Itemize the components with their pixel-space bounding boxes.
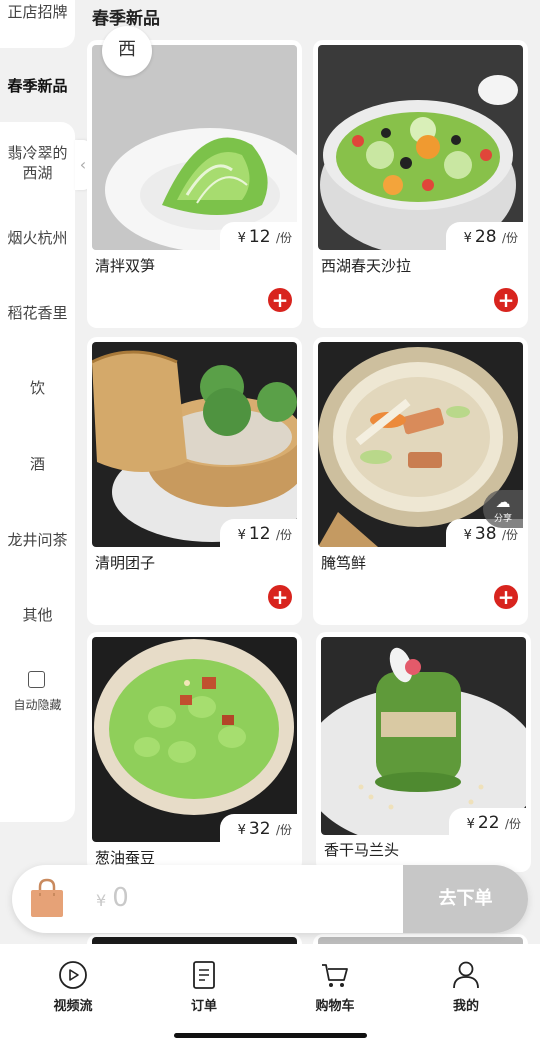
category-sidebar: 正店招牌 春季新品 翡冷翠的西湖 烟火杭州 稻花香里 饮 酒 龙井问茶 其他 自… [0,0,75,822]
plus-icon: + [497,288,515,312]
product-card[interactable]: ¥38 /份 腌笃鲜 + [313,337,528,625]
product-card[interactable]: ¥12 /份 清拌双笋 + [87,40,302,328]
plus-icon: + [497,585,515,609]
product-name: 清拌双笋 [95,257,156,275]
add-to-cart-button[interactable]: + [494,585,518,609]
section-badge: 西 [102,26,152,76]
tab-label: 购物车 [315,999,355,1014]
add-to-cart-button[interactable]: + [268,288,292,312]
price-tag: ¥28 /份 [445,222,528,252]
sidebar-item-west-lake[interactable]: 翡冷翠的西湖 [0,143,75,183]
checkout-button[interactable]: 去下单 [403,865,528,933]
sidebar-item-hangzhou[interactable]: 烟火杭州 [0,228,75,248]
tab-label: 订单 [190,999,217,1014]
product-card[interactable]: ¥32 /份 葱油蚕豆 [87,632,302,872]
product-name: 香干马兰头 [324,841,400,859]
product-name: 腌笃鲜 [321,554,367,572]
sidebar-item-wine[interactable]: 酒 [0,454,75,474]
auto-hide-checkbox[interactable] [28,671,45,688]
cart-total: ¥0 [96,883,129,913]
product-card[interactable]: ¥12 /份 清明团子 + [87,337,302,625]
product-card[interactable]: ¥28 /份 西湖春天沙拉 + [313,40,528,328]
home-indicator [174,1033,367,1038]
user-icon [453,961,479,989]
add-to-cart-button[interactable]: + [268,585,292,609]
product-photo [92,637,297,842]
shopping-bag-icon[interactable] [30,878,64,918]
cart-icon [322,964,348,987]
tab-profile[interactable]: 我的 [426,960,506,1014]
product-name: 清明团子 [95,554,156,572]
price-tag: ¥12 /份 [219,222,302,252]
tab-video-feed[interactable]: 视频流 [33,960,113,1014]
sidebar-item-drinks[interactable]: 饮 [0,378,75,398]
price-tag: ¥32 /份 [219,814,302,844]
tab-orders[interactable]: 订单 [164,960,244,1014]
plus-icon: + [271,585,289,609]
price-tag: ¥22 /份 [448,808,531,838]
order-list-icon [193,961,215,989]
auto-hide-label: 自动隐藏 [13,698,62,712]
product-card[interactable]: ¥22 /份 香干马兰头 [316,632,531,872]
tab-label: 视频流 [53,999,93,1014]
chevron-left-icon: ‹ [79,155,87,174]
add-to-cart-button[interactable]: + [494,288,518,312]
sidebar-item-rice[interactable]: 稻花香里 [0,303,75,323]
play-circle-icon [59,961,87,989]
sidebar-item-signature[interactable]: 正店招牌 [0,2,75,22]
product-photo [321,637,526,835]
cart-bar: ¥0 去下单 [12,865,528,933]
sidebar-item-other[interactable]: 其他 [0,605,75,625]
sidebar-item-spring-new[interactable]: 春季新品 [0,76,75,96]
product-name: 西湖春天沙拉 [321,257,412,275]
sidebar-item-tea[interactable]: 龙井问茶 [0,530,75,550]
bottom-tab-bar: 视频流 订单 购物车 我的 [0,944,540,1040]
share-button[interactable]: ☁ 分享 [483,490,523,528]
sidebar-top-panel: 正店招牌 [0,0,75,48]
share-label: 分享 [493,514,512,524]
tab-label: 我的 [452,999,479,1014]
tab-cart[interactable]: 购物车 [295,960,375,1014]
product-photo [92,342,297,547]
price-tag: ¥12 /份 [219,519,302,549]
wechat-icon: ☁ [495,493,511,511]
product-photo [318,45,523,250]
plus-icon: + [271,288,289,312]
